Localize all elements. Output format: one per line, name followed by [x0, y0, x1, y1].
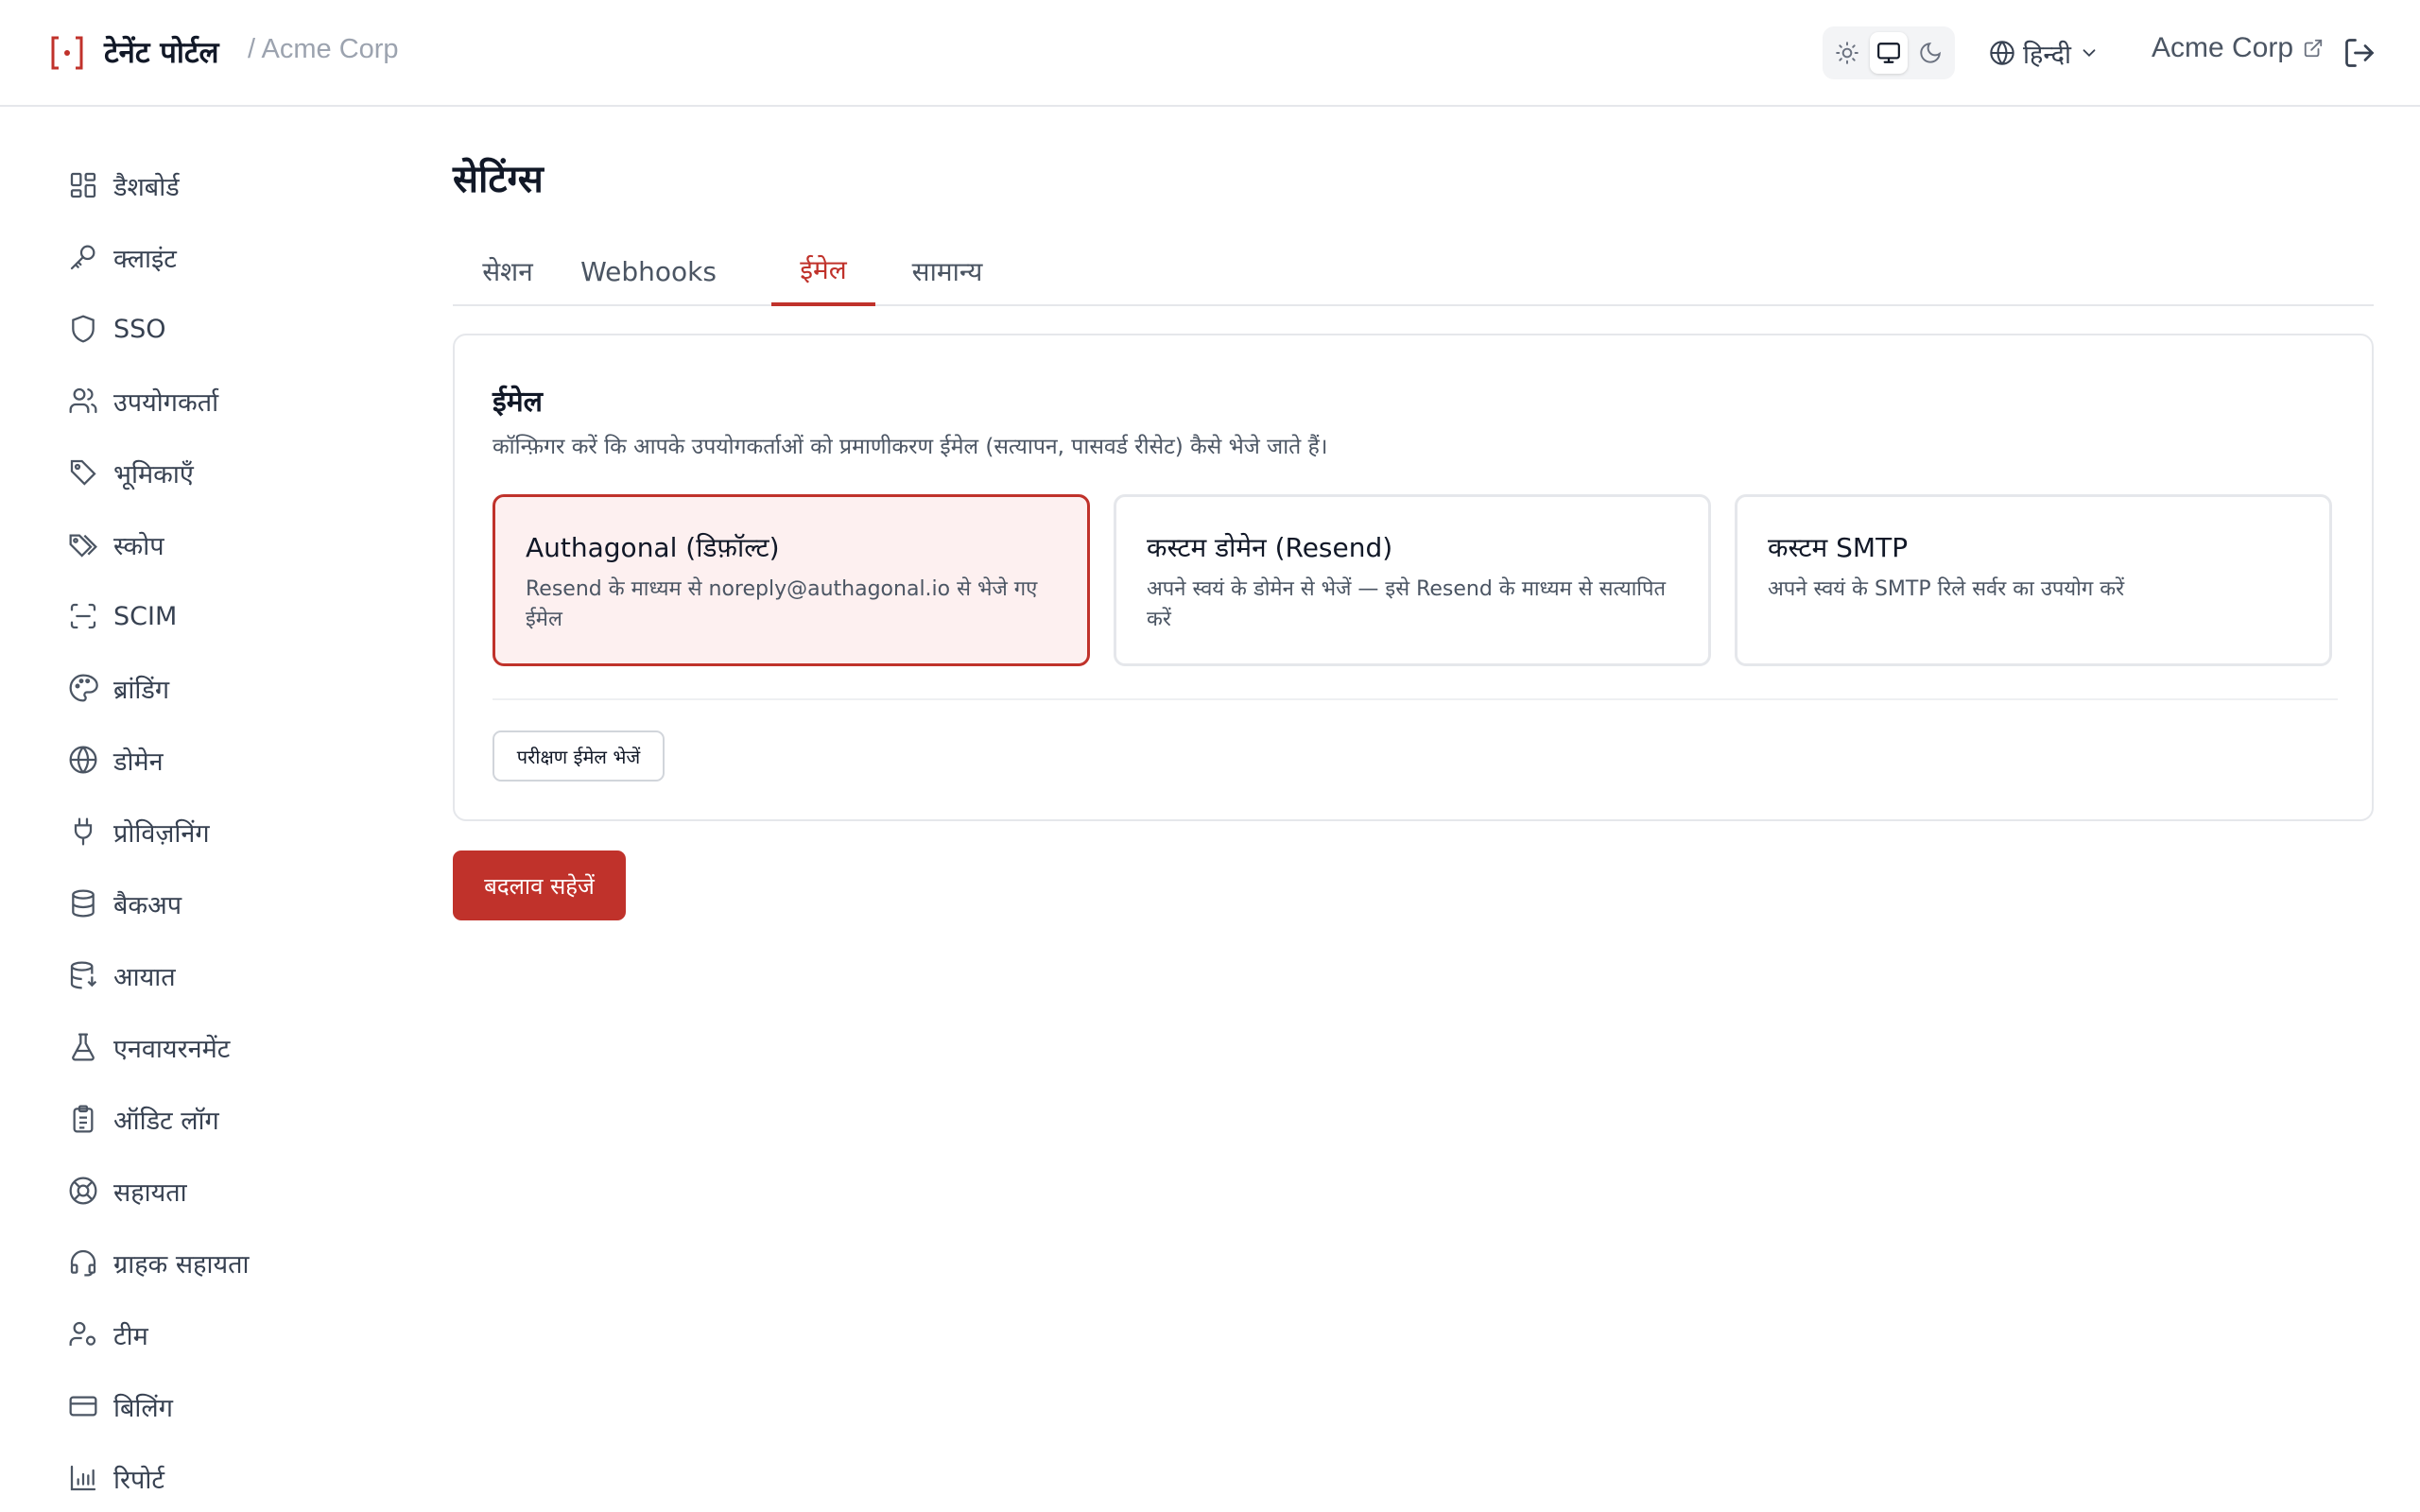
- email-option-authagonal-default[interactable]: Authagonal (डिफ़ॉल्ट) Resend के माध्यम स…: [493, 494, 1090, 666]
- globe-icon: [1990, 41, 2014, 65]
- sidebar-item-reports[interactable]: रिपोर्ट: [53, 1450, 393, 1506]
- sidebar-item-label: ब्रांडिंग: [113, 675, 170, 705]
- sidebar-item-scim[interactable]: SCIM: [53, 588, 393, 644]
- clipboard-icon: [73, 1105, 94, 1133]
- moon-icon: [1920, 43, 1941, 63]
- page-title: सेटिंग्स: [453, 158, 544, 201]
- credit-card-icon: [69, 1396, 97, 1417]
- org-external-link[interactable]: Acme Corp: [2152, 32, 2324, 64]
- user-cog-icon: [69, 1321, 96, 1346]
- sidebar-item-label: प्रोविज़निंग: [113, 818, 210, 849]
- scan-icon: [70, 603, 96, 629]
- sidebar-item-label: एनवायरनमेंट: [113, 1034, 231, 1064]
- sidebar-item-import[interactable]: आयात: [53, 947, 393, 1004]
- dashboard-icon: [70, 172, 96, 198]
- sidebar-item-team[interactable]: टीम: [53, 1306, 393, 1363]
- external-link-icon: [2304, 39, 2323, 58]
- sidebar-item-scopes[interactable]: स्कोप: [53, 516, 393, 573]
- sidebar-item-label: डैशबोर्ड: [113, 172, 180, 202]
- option-description: Resend के माध्यम से noreply@authagonal.i…: [526, 577, 1038, 631]
- sidebar-item-label: ग्राहक सहायता: [113, 1249, 250, 1280]
- globe-icon: [69, 746, 97, 774]
- sidebar: डैशबोर्ड क्लाइंट SSO उपयोगकर्ता भूमिकाएँ…: [0, 108, 416, 1512]
- email-settings-card: ईमेल कॉन्फ़िगर करें कि आपके उपयोगकर्ताओं…: [453, 334, 2374, 821]
- language-selector[interactable]: हिन्दी: [1989, 34, 2100, 72]
- database-icon: [72, 889, 95, 918]
- sidebar-item-label: सहायता: [113, 1177, 187, 1208]
- sidebar-item-label: उपयोगकर्ता: [113, 387, 219, 418]
- sidebar-item-audit-log[interactable]: ऑडिट लॉग: [53, 1091, 393, 1147]
- sidebar-item-label: ऑडिट लॉग: [113, 1106, 219, 1136]
- divider: [493, 698, 2338, 700]
- option-title: कस्टम डोमेन (Resend): [1147, 532, 1393, 563]
- sidebar-item-label: रिपोर्ट: [113, 1465, 164, 1495]
- tab-general[interactable]: सामान्य: [890, 236, 1004, 306]
- sidebar-item-provisioning[interactable]: प्रोविज़निंग: [53, 803, 393, 860]
- sidebar-item-label: क्लाइंट: [113, 244, 177, 274]
- email-option-custom-smtp[interactable]: कस्टम SMTP अपने स्वयं के SMTP रिले सर्वर…: [1735, 494, 2332, 666]
- sidebar-item-help[interactable]: सहायता: [53, 1162, 393, 1219]
- plug-icon: [74, 817, 93, 846]
- theme-system-button[interactable]: [1870, 32, 1908, 74]
- theme-light-button[interactable]: [1828, 32, 1866, 74]
- top-header: टेनेंट पोर्टल / Acme Corp हिन्दी Acme Co…: [0, 0, 2420, 107]
- sun-icon: [1836, 42, 1858, 64]
- shield-icon: [72, 315, 95, 343]
- users-icon: [69, 387, 97, 414]
- palette-icon: [69, 674, 98, 702]
- option-description: अपने स्वयं के SMTP रिले सर्वर का उपयोग क…: [1768, 577, 2125, 601]
- send-test-email-button[interactable]: परीक्षण ईमेल भेजें: [493, 730, 665, 782]
- tag-icon: [70, 459, 96, 486]
- org-name: Acme Corp: [2152, 32, 2294, 63]
- sidebar-item-label: बैकअप: [113, 890, 182, 920]
- tags-icon: [69, 534, 97, 558]
- sidebar-item-label: टीम: [113, 1321, 148, 1351]
- app-title: टेनेंट पोर्टल: [104, 36, 219, 70]
- theme-toggle: [1823, 26, 1955, 79]
- sidebar-item-billing[interactable]: बिलिंग: [53, 1378, 393, 1435]
- save-changes-button[interactable]: बदलाव सहेजें: [453, 850, 626, 920]
- theme-dark-button[interactable]: [1911, 32, 1949, 74]
- option-title: Authagonal (डिफ़ॉल्ट): [526, 532, 780, 563]
- sidebar-item-label: SCIM: [113, 601, 178, 631]
- sidebar-item-users[interactable]: उपयोगकर्ता: [53, 372, 393, 429]
- sidebar-item-sso[interactable]: SSO: [53, 301, 393, 357]
- sidebar-item-label: डोमेन: [113, 747, 164, 777]
- sidebar-item-clients[interactable]: क्लाइंट: [53, 229, 393, 285]
- logout-icon[interactable]: [2342, 36, 2377, 70]
- tab-email[interactable]: ईमेल: [771, 236, 875, 306]
- chevron-down-icon: [2083, 49, 2096, 58]
- bar-chart-icon: [70, 1465, 96, 1491]
- sidebar-item-label: SSO: [113, 314, 166, 344]
- card-title: ईमेल: [493, 386, 544, 419]
- lifebuoy-icon: [69, 1177, 97, 1205]
- sidebar-item-dashboard[interactable]: डैशबोर्ड: [53, 157, 393, 214]
- database-import-icon: [70, 961, 97, 989]
- monitor-icon: [1877, 43, 1900, 63]
- brand-logo-icon: [51, 36, 83, 70]
- sidebar-item-backup[interactable]: बैकअप: [53, 875, 393, 932]
- option-description: अपने स्वयं के डोमेन से भेजें — इसे Resen…: [1147, 577, 1667, 631]
- sidebar-item-label: भूमिकाएँ: [113, 459, 194, 490]
- sidebar-item-branding[interactable]: ब्रांडिंग: [53, 660, 393, 716]
- email-option-custom-domain-resend[interactable]: कस्टम डोमेन (Resend) अपने स्वयं के डोमेन…: [1114, 494, 1711, 666]
- settings-tabs: सेशन Webhooks ईमेल सामान्य: [453, 236, 2374, 306]
- sidebar-item-environments[interactable]: एनवायरनमेंट: [53, 1019, 393, 1075]
- flask-icon: [72, 1033, 95, 1061]
- key-icon: [70, 245, 95, 270]
- language-label: हिन्दी: [2023, 40, 2072, 70]
- sidebar-item-label: स्कोप: [113, 531, 164, 561]
- option-title: कस्टम SMTP: [1768, 532, 1909, 563]
- card-description: कॉन्फ़िगर करें कि आपके उपयोगकर्ताओं को प…: [493, 435, 1328, 459]
- sidebar-item-roles[interactable]: भूमिकाएँ: [53, 444, 393, 501]
- headset-icon: [70, 1249, 96, 1277]
- sidebar-item-domains[interactable]: डोमेन: [53, 731, 393, 788]
- tab-webhooks[interactable]: Webhooks: [578, 236, 719, 306]
- tab-session[interactable]: सेशन: [453, 236, 562, 306]
- sidebar-item-label: आयात: [113, 962, 176, 992]
- org-breadcrumb: / Acme Corp: [248, 34, 399, 64]
- sidebar-item-label: बिलिंग: [113, 1393, 173, 1423]
- sidebar-item-customer-support[interactable]: ग्राहक सहायता: [53, 1234, 393, 1291]
